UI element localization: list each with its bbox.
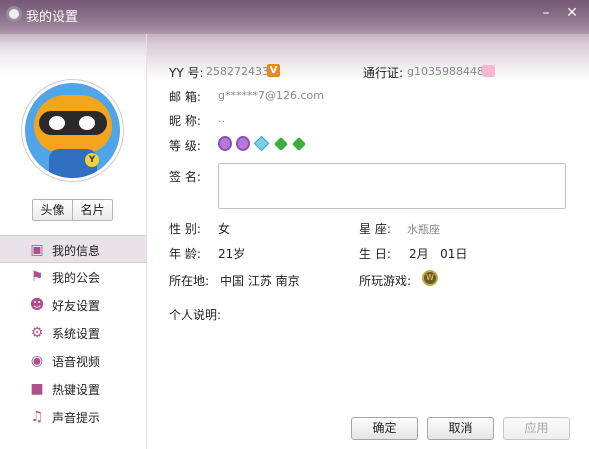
level-diamond-icon: [253, 135, 270, 152]
profile-panel: YY 号: 258272433 V 通行证: g1035988448 邮 箱: …: [148, 34, 589, 449]
nickname-label: 昵 称:: [169, 114, 201, 128]
sidebar-item-label: 我的公会: [52, 271, 101, 285]
photo-button-group: 头像 名片: [32, 199, 113, 221]
sidebar-item-label: 系统设置: [52, 327, 101, 341]
avatar-image: Y: [25, 83, 120, 178]
level-leaf-icon: [273, 136, 289, 152]
title-bar: 我的设置 – ✕: [0, 0, 589, 80]
gear-icon: ⚙: [30, 325, 44, 341]
sidebar-item-system-settings[interactable]: ⚙ 系统设置: [0, 319, 147, 347]
age-value: 21岁: [218, 247, 246, 261]
birthday-value: 2月 01日: [409, 247, 468, 261]
sidebar-item-label: 语音视频: [52, 355, 101, 369]
profile-card-icon: ▣: [30, 242, 44, 258]
location-label: 所在地:: [169, 274, 210, 288]
edit-passport-icon[interactable]: [482, 65, 495, 77]
location-value: 中国 江苏 南京: [220, 274, 300, 288]
game-wow-icon[interactable]: W: [422, 270, 438, 286]
level-leaf-icon: [291, 136, 307, 152]
level-crown-icon: [236, 136, 250, 151]
card-button[interactable]: 名片: [72, 200, 112, 220]
sidebar-item-label: 热键设置: [52, 383, 101, 397]
hotkey-icon: ■: [30, 381, 44, 397]
window-title: 我的设置: [26, 10, 79, 25]
level-label: 等 级:: [169, 139, 201, 153]
minimize-button[interactable]: –: [536, 4, 556, 22]
sidebar-item-label: 好友设置: [52, 299, 101, 313]
sidebar-nav: ▣ 我的信息 ⚑ 我的公会 ☻ 好友设置 ⚙ 系统设置 ◉ 语音视频 ■ 热键设…: [0, 235, 147, 431]
yy-number-label: YY 号:: [169, 66, 204, 80]
email-label: 邮 箱:: [169, 90, 201, 104]
sidebar-item-my-guild[interactable]: ⚑ 我的公会: [0, 263, 147, 291]
yy-number-value: 258272433: [206, 65, 269, 78]
close-button[interactable]: ✕: [562, 4, 582, 22]
sidebar-item-hotkey-settings[interactable]: ■ 热键设置: [0, 375, 147, 403]
level-crown-icon: [218, 136, 232, 151]
constellation-label: 星 座:: [359, 222, 391, 236]
music-note-icon: ♫: [30, 409, 44, 425]
camera-icon: ◉: [30, 353, 44, 369]
apply-button[interactable]: 应用: [503, 417, 570, 440]
passport-value: g1035988448: [407, 65, 484, 78]
avatar[interactable]: Y: [22, 80, 123, 181]
email-value: g******7@126.com: [218, 89, 324, 102]
settings-icon: [6, 6, 22, 22]
avatar-badge: Y: [85, 153, 99, 167]
sidebar-item-label: 声音提示: [52, 411, 101, 425]
description-label: 个人说明:: [169, 308, 222, 322]
sidebar-item-voice-video[interactable]: ◉ 语音视频: [0, 347, 147, 375]
birthday-label: 生 日:: [359, 247, 391, 261]
sidebar: Y 头像 名片 ▣ 我的信息 ⚑ 我的公会 ☻ 好友设置 ⚙ 系统设置 ◉ 语音…: [0, 34, 147, 449]
gender-label: 性 别:: [169, 222, 201, 236]
sidebar-item-label: 我的信息: [52, 244, 101, 258]
cancel-button[interactable]: 取消: [427, 417, 494, 440]
vip-badge-icon[interactable]: V: [267, 64, 280, 77]
passport-label: 通行证:: [363, 66, 404, 80]
sidebar-item-sound-alerts[interactable]: ♫ 声音提示: [0, 403, 147, 431]
sidebar-item-friend-settings[interactable]: ☻ 好友设置: [0, 291, 147, 319]
sidebar-item-my-info[interactable]: ▣ 我的信息: [0, 235, 147, 263]
signature-field[interactable]: [218, 163, 566, 209]
friend-settings-icon: ☻: [29, 297, 45, 313]
gender-value: 女: [218, 222, 231, 236]
games-label: 所玩游戏:: [359, 274, 412, 288]
flag-icon: ⚑: [30, 269, 44, 285]
avatar-button[interactable]: 头像: [33, 200, 72, 220]
age-label: 年 龄:: [169, 247, 201, 261]
constellation-value: 水瓶座: [407, 223, 440, 236]
nickname-value: ..: [218, 112, 225, 125]
ok-button[interactable]: 确定: [351, 417, 418, 440]
signature-label: 签 名:: [169, 170, 201, 184]
